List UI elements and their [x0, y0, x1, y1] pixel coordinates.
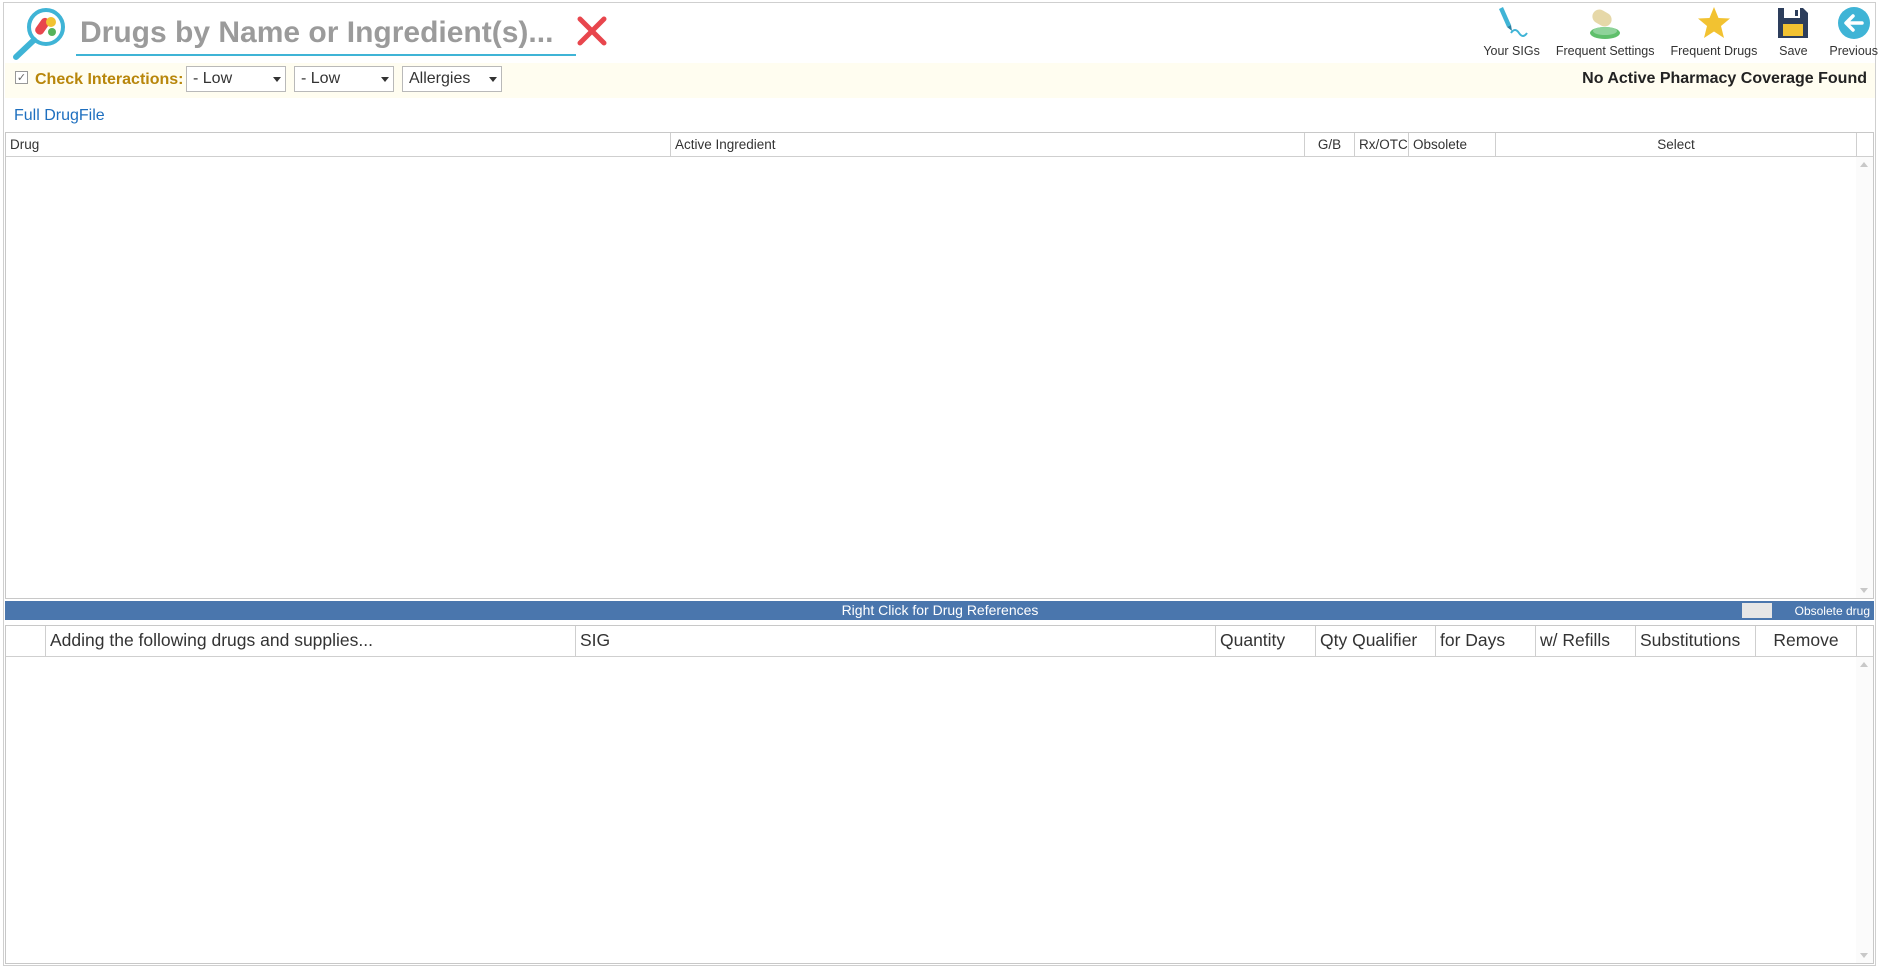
drug-search-input[interactable]	[76, 12, 584, 54]
column-header-row-selector	[6, 626, 46, 656]
severity-select-1-value: - Low	[193, 70, 233, 87]
drug-references-bar[interactable]: Right Click for Drug References Obsolete…	[5, 601, 1874, 620]
column-header-obsolete[interactable]: Obsolete	[1409, 133, 1496, 156]
column-header-quantity[interactable]: Quantity	[1216, 626, 1316, 656]
column-header-gb[interactable]: G/B	[1305, 133, 1355, 156]
column-header-active-ingredient[interactable]: Active Ingredient	[671, 133, 1305, 156]
chevron-down-icon	[273, 77, 281, 82]
scroll-down-icon[interactable]	[1860, 953, 1868, 958]
frequent-settings-label: Frequent Settings	[1555, 44, 1655, 58]
column-header-adding-drugs[interactable]: Adding the following drugs and supplies.…	[46, 626, 576, 656]
close-icon[interactable]	[574, 13, 610, 49]
allergies-select[interactable]: Allergies	[402, 66, 502, 92]
column-header-rx-otc[interactable]: Rx/OTC	[1355, 133, 1409, 156]
frequent-drugs-button[interactable]: Frequent Drugs	[1670, 4, 1758, 58]
selected-table-header: Adding the following drugs and supplies.…	[6, 626, 1873, 657]
column-header-remove[interactable]: Remove	[1756, 626, 1857, 656]
full-drugfile-link[interactable]: Full DrugFile	[14, 107, 105, 125]
column-header-substitutions[interactable]: Substitutions	[1636, 626, 1756, 656]
star-icon	[1697, 7, 1730, 38]
your-sigs-label: Your SIGs	[1483, 44, 1540, 58]
toolbar: Your SIGs Frequent Settings Frequent Dru…	[1467, 4, 1878, 60]
scroll-up-icon[interactable]	[1860, 662, 1868, 667]
severity-select-2-value: - Low	[301, 70, 341, 87]
search-underline	[76, 54, 576, 56]
column-header-sig[interactable]: SIG	[576, 626, 1216, 656]
check-interactions-label[interactable]: Check Interactions:	[35, 71, 183, 89]
save-label: Save	[1779, 44, 1808, 58]
save-button[interactable]: Save	[1773, 4, 1813, 58]
column-header-select[interactable]: Select	[1496, 133, 1857, 156]
your-sigs-button[interactable]: Your SIGs	[1483, 4, 1540, 58]
obsolete-legend-swatch	[1742, 603, 1772, 618]
drug-table-header: Drug Active Ingredient G/B Rx/OTC Obsole…	[6, 133, 1873, 157]
chevron-down-icon	[381, 77, 389, 82]
frequent-drugs-label: Frequent Drugs	[1670, 44, 1758, 58]
scroll-down-icon[interactable]	[1860, 588, 1868, 593]
column-header-refills[interactable]: w/ Refills	[1536, 626, 1636, 656]
coverage-status: No Active Pharmacy Coverage Found	[1582, 70, 1867, 87]
scroll-up-icon[interactable]	[1860, 162, 1868, 167]
previous-button[interactable]: Previous	[1829, 4, 1878, 58]
pen-icon	[1498, 7, 1528, 37]
drug-references-text: Right Click for Drug References	[841, 602, 1039, 618]
magnifier-pills-icon	[13, 8, 65, 60]
pill-bottle-icon	[1590, 9, 1621, 39]
floppy-disk-icon	[1778, 8, 1809, 38]
severity-select-2[interactable]: - Low	[294, 66, 394, 92]
drug-table-scrollbar[interactable]	[1856, 157, 1873, 598]
allergies-select-value: Allergies	[409, 70, 471, 87]
selected-drugs-table: Adding the following drugs and supplies.…	[5, 625, 1874, 964]
search-box	[76, 12, 584, 56]
frequent-settings-button[interactable]: Frequent Settings	[1556, 4, 1655, 58]
obsolete-legend-label: Obsolete drug	[1794, 604, 1870, 618]
interaction-bar: ✓ Check Interactions: - Low - Low Allerg…	[5, 63, 1875, 98]
drug-results-table: Drug Active Ingredient G/B Rx/OTC Obsole…	[5, 132, 1874, 599]
check-interactions-checkbox[interactable]: ✓	[15, 71, 28, 84]
severity-select-1[interactable]: - Low	[186, 66, 286, 92]
previous-label: Previous	[1829, 44, 1878, 58]
column-header-drug[interactable]: Drug	[6, 133, 671, 156]
chevron-down-icon	[489, 77, 497, 82]
column-header-qty-qualifier[interactable]: Qty Qualifier	[1316, 626, 1436, 656]
back-arrow-icon	[1837, 7, 1870, 39]
column-header-for-days[interactable]: for Days	[1436, 626, 1536, 656]
selected-table-scrollbar[interactable]	[1856, 657, 1873, 963]
